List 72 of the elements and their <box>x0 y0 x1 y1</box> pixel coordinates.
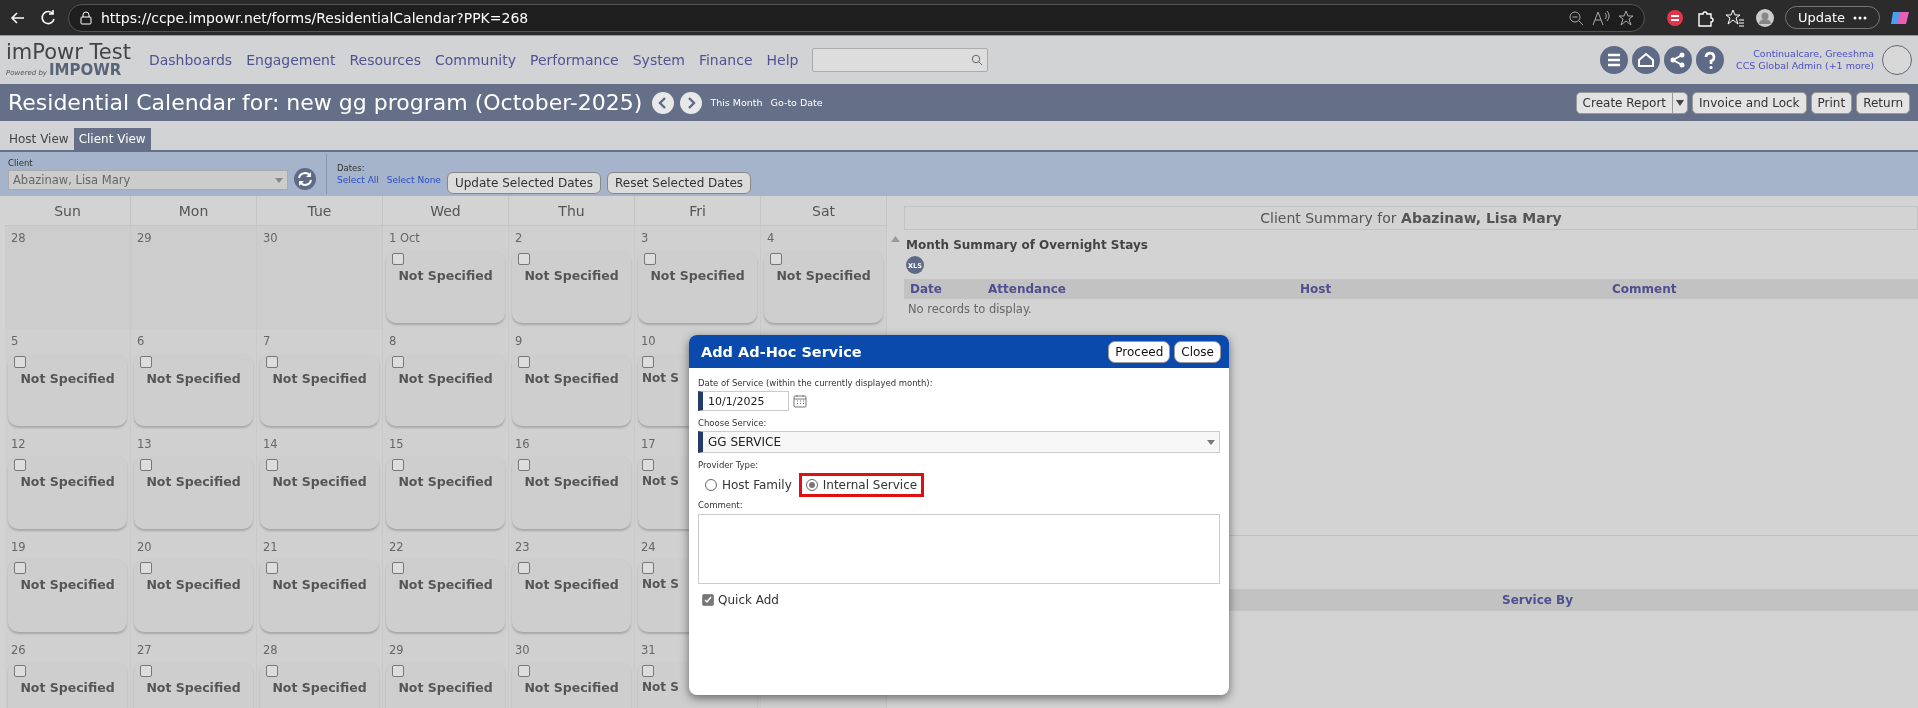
attendance-label: Not S <box>642 577 679 591</box>
empty-message: No records to display. <box>907 301 1033 318</box>
day-number: 23 <box>514 539 531 556</box>
day-number: 6 <box>136 333 146 350</box>
attendance-label: Not Specified <box>19 577 116 592</box>
page-title: Residential Calendar for: new gg program (October-2025) <box>8 90 643 115</box>
field-label: Date of Service (within the currently displayed month): <box>698 378 934 388</box>
attendance-label: Not Specified <box>523 268 620 283</box>
day-number: 29 <box>388 642 405 659</box>
dialog-title: Add Ad-Hoc Service <box>701 343 863 360</box>
attendance-label: Not Specified <box>523 474 620 489</box>
attendance-label: Not Specified <box>775 268 872 283</box>
app-logo: imPowr Test <box>6 42 131 63</box>
day-number: 8 <box>388 333 398 350</box>
attendance-label: Not S <box>642 474 679 488</box>
attendance-label: Not Specified <box>649 268 746 283</box>
attendance-label: Not Specified <box>523 680 620 695</box>
day-number: 17 <box>640 436 657 453</box>
field-label: Client <box>8 158 34 168</box>
day-number: 2 <box>514 230 524 247</box>
day-number: 13 <box>136 436 153 453</box>
attendance-label: Not Specified <box>397 268 494 283</box>
attendance-label: Not Specified <box>523 577 620 592</box>
section-title: Month Summary of Overnight Stays <box>906 238 1149 252</box>
attendance-label: Not Specified <box>397 680 494 695</box>
brand-logo: IMPOWR <box>49 63 122 78</box>
day-number: 26 <box>10 642 27 659</box>
attendance-label: Not Specified <box>397 474 494 489</box>
attendance-label: Not Specified <box>397 371 494 386</box>
day-number: 24 <box>640 539 657 556</box>
day-number: 30 <box>262 230 279 247</box>
day-number: 28 <box>262 642 279 659</box>
attendance-label: Not Specified <box>271 680 368 695</box>
day-number: 29 <box>136 230 153 247</box>
day-number: 22 <box>388 539 405 556</box>
day-number: 16 <box>514 436 531 453</box>
attendance-label: Not S <box>642 680 679 694</box>
summary-header: Client Summary for Abazinaw, Lisa Mary <box>904 206 1918 230</box>
attendance-label: Not Specified <box>271 371 368 386</box>
field-label: Choose Service: <box>698 418 768 428</box>
day-number: 7 <box>262 333 272 350</box>
day-number: 1 Oct <box>388 230 421 247</box>
attendance-label: Not Specified <box>271 474 368 489</box>
attendance-label: Not Specified <box>145 577 242 592</box>
day-number: 20 <box>136 539 153 556</box>
day-number: 27 <box>136 642 153 659</box>
day-number: 31 <box>640 642 657 659</box>
attendance-label: Not Specified <box>145 371 242 386</box>
day-number: 28 <box>10 230 27 247</box>
attendance-label: Not Specified <box>19 680 116 695</box>
attendance-label: Not S <box>642 371 679 385</box>
field-label: Dates: <box>337 163 366 173</box>
attendance-label: Not Specified <box>19 371 116 386</box>
attendance-label: Not Specified <box>271 577 368 592</box>
day-number: 15 <box>388 436 405 453</box>
day-number: 21 <box>262 539 279 556</box>
attendance-label: Not Specified <box>523 371 620 386</box>
day-number: 14 <box>262 436 279 453</box>
day-number: 3 <box>640 230 650 247</box>
day-number: 9 <box>514 333 524 350</box>
day-number: 10 <box>640 333 657 350</box>
attendance-label: Not Specified <box>145 680 242 695</box>
day-number: 12 <box>10 436 27 453</box>
field-label: Provider Type: <box>698 460 760 470</box>
attendance-label: Not Specified <box>397 577 494 592</box>
day-number: 4 <box>766 230 776 247</box>
day-number: 19 <box>10 539 27 556</box>
day-number: 5 <box>10 333 20 350</box>
field-label: Comment: <box>698 500 744 510</box>
attendance-label: Not Specified <box>19 474 116 489</box>
attendance-label: Not Specified <box>145 474 242 489</box>
day-number: 30 <box>514 642 531 659</box>
